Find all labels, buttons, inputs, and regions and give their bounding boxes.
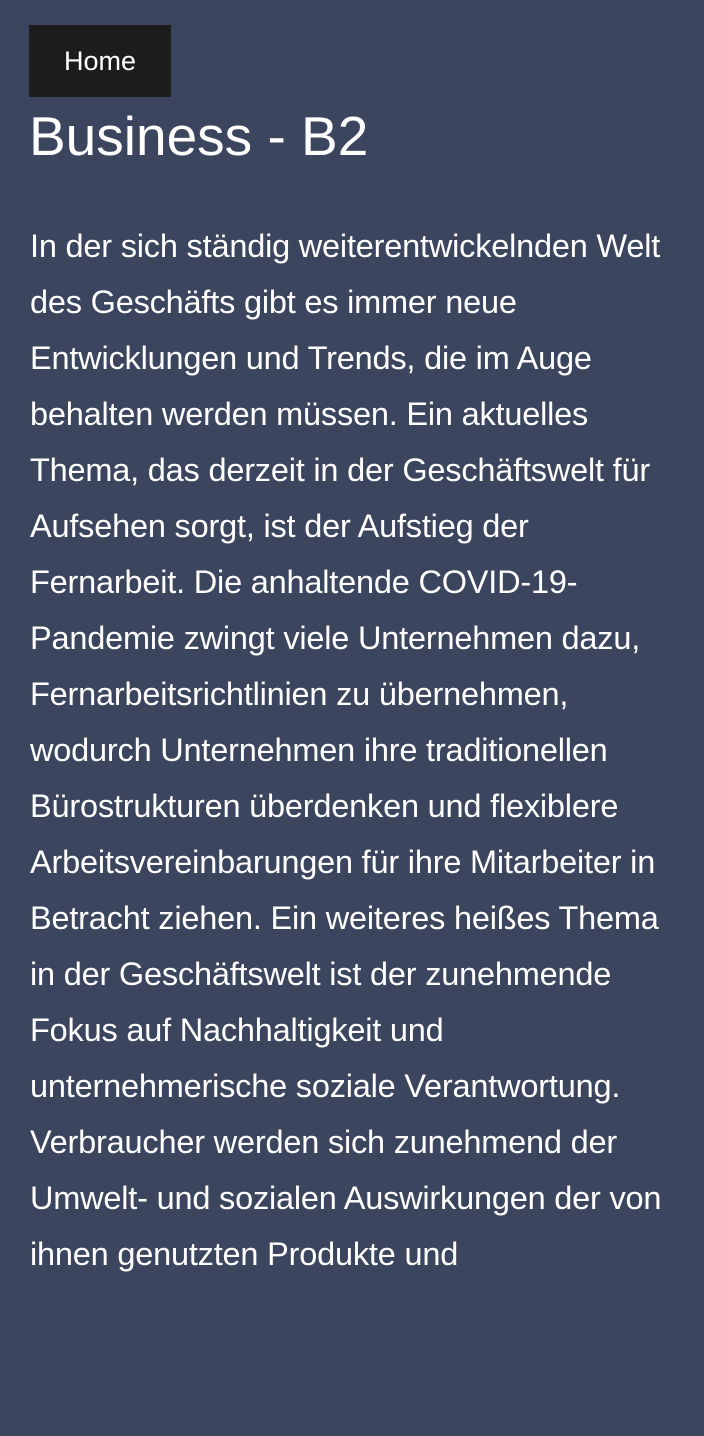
home-button[interactable]: Home	[29, 25, 171, 97]
article-body-text: In der sich ständig weiterentwickelnden …	[30, 228, 662, 1272]
page-title: Business - B2	[29, 105, 369, 167]
page-container: Home Business - B2 In der sich ständig w…	[0, 0, 704, 1436]
